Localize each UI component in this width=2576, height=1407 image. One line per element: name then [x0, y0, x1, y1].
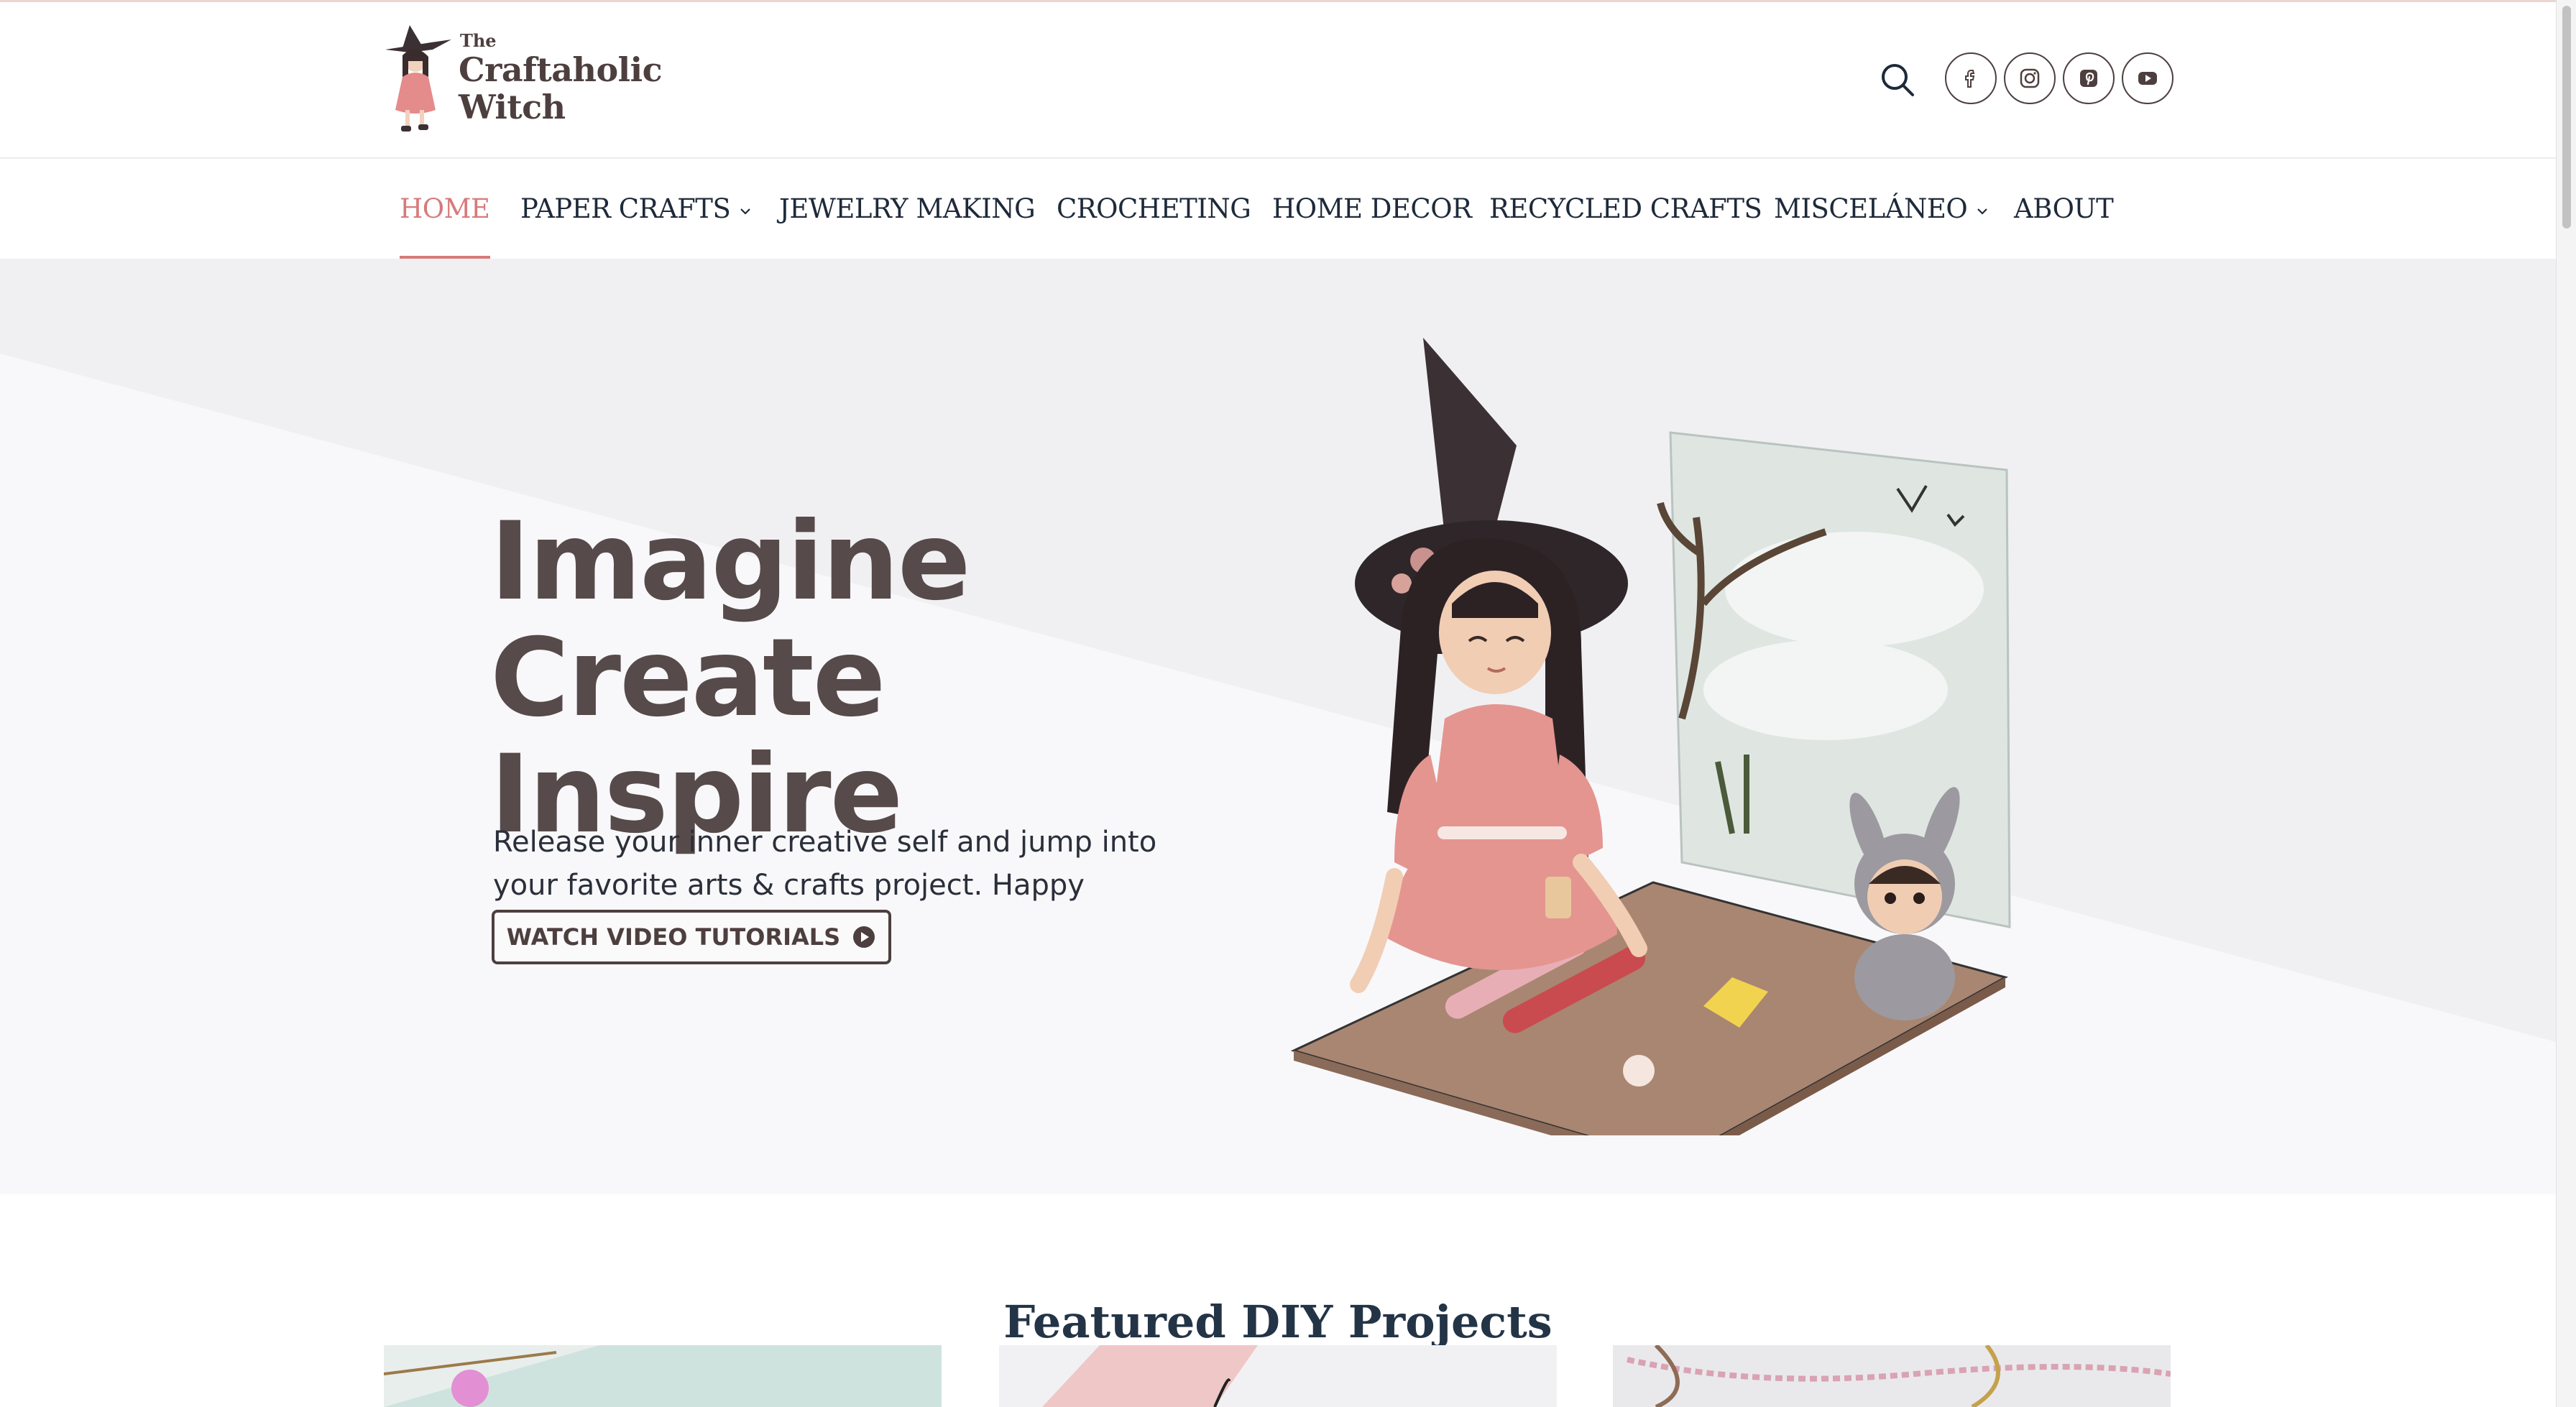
nav-item-home-decor[interactable]: HOME DECOR	[1272, 159, 1472, 259]
headline-line: Create	[490, 615, 886, 741]
search-icon	[1882, 64, 1914, 96]
watch-video-tutorials-button[interactable]: WATCH VIDEO TUTORIALS	[492, 910, 891, 964]
nav-item-crocheting[interactable]: CROCHETING	[1057, 159, 1251, 259]
nav-item-label: ABOUT	[2014, 193, 2114, 224]
nav-item-label: CROCHETING	[1057, 193, 1251, 224]
nav-item-jewelry-making[interactable]: JEWELRY MAKING	[779, 159, 1036, 259]
scrollbar-thumb[interactable]	[2562, 6, 2571, 229]
witch-crafting-illustration	[1290, 338, 2011, 1135]
main-nav: HOME PAPER CRAFTS JEWELRY MAKING CROCHET…	[0, 159, 2556, 259]
site-logo[interactable]: The Craftaholic Witch	[381, 21, 663, 143]
featured-card-2[interactable]	[999, 1345, 1557, 1407]
nav-item-label: RECYCLED CRAFTS	[1489, 193, 1762, 224]
nav-item-misceláneo[interactable]: MISCELÁNEO	[1774, 159, 1989, 259]
witch-logo-icon	[385, 25, 451, 132]
instagram-link[interactable]	[2004, 52, 2056, 104]
instagram-icon	[2020, 68, 2040, 88]
nav-item-paper-crafts[interactable]: PAPER CRAFTS	[520, 159, 752, 259]
logo-the: The	[460, 30, 497, 51]
featured-card-3[interactable]	[1613, 1345, 2171, 1407]
play-circle-icon	[853, 926, 875, 948]
logo-line1: Craftaholic	[459, 50, 663, 89]
nav-item-about[interactable]: ABOUT	[2014, 159, 2114, 259]
chevron-down-icon	[740, 208, 751, 215]
nav-item-label: HOME DECOR	[1272, 193, 1472, 224]
featured-card-1[interactable]	[384, 1345, 942, 1407]
nav-item-home[interactable]: HOME	[400, 159, 490, 259]
nav-item-label: PAPER CRAFTS	[520, 193, 731, 224]
pinterest-link[interactable]	[2063, 52, 2115, 104]
hero-headline: Imagine Create Inspire	[490, 499, 971, 853]
youtube-icon	[2138, 72, 2157, 85]
facebook-icon	[1965, 70, 1975, 88]
card-thumbnail	[384, 1345, 942, 1407]
logo-line2: Witch	[459, 88, 566, 126]
card-thumbnail	[999, 1345, 1557, 1407]
nav-item-label: JEWELRY MAKING	[779, 193, 1036, 224]
featured-projects-title: Featured DIY Projects	[1003, 1296, 1552, 1349]
chevron-down-icon	[1977, 208, 1987, 215]
site-header: The Craftaholic Witch	[0, 2, 2556, 159]
hero-section: Imagine Create Inspire Release your inne…	[0, 259, 2556, 1194]
cta-label: WATCH VIDEO TUTORIALS	[506, 923, 841, 951]
card-thumbnail	[1613, 1345, 2171, 1407]
youtube-link[interactable]	[2122, 52, 2174, 104]
nav-item-label: HOME	[400, 193, 490, 224]
facebook-link[interactable]	[1945, 52, 1997, 104]
search-button[interactable]	[1879, 61, 1916, 98]
page-scrollbar[interactable]	[2556, 0, 2576, 1407]
nav-item-label: MISCELÁNEO	[1774, 193, 1968, 224]
logo-wordmark: The Craftaholic Witch	[459, 30, 663, 126]
nav-item-recycled-crafts[interactable]: RECYCLED CRAFTS	[1489, 159, 1762, 259]
headline-line: Imagine	[490, 499, 971, 624]
hero-background-shape	[0, 354, 2556, 1194]
pinterest-icon	[2080, 70, 2097, 87]
